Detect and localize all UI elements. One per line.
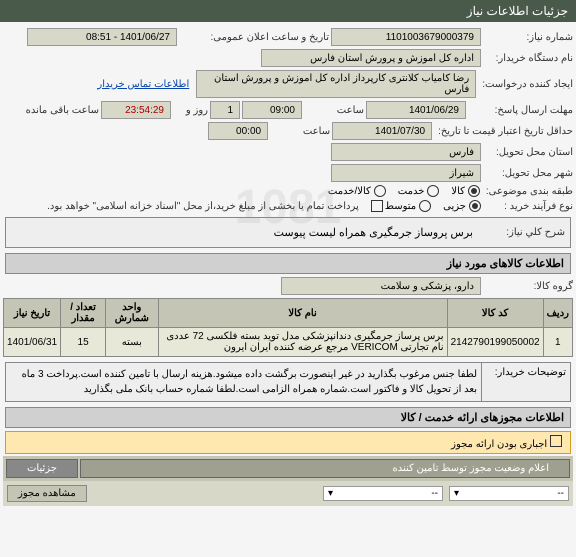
radio-goods[interactable]: کالا	[451, 185, 480, 197]
td-qty: 15	[61, 328, 106, 357]
validity-time-field: 00:00	[208, 122, 268, 140]
radio-icon	[427, 185, 439, 197]
permit-warning: اجباری بودن ارائه مجوز	[5, 431, 571, 454]
chevron-down-icon: ▾	[328, 488, 333, 499]
time-label-1: ساعت	[304, 105, 364, 116]
day-label: روز و	[173, 105, 208, 116]
td-idx: 1	[543, 328, 572, 357]
chevron-down-icon: ▾	[454, 488, 459, 499]
goods-table: ردیف کد کالا نام کالا واحد شمارش تعداد /…	[3, 298, 573, 357]
tab-details[interactable]: جزئیات	[6, 459, 78, 478]
status-select-2[interactable]: --▾	[323, 486, 443, 501]
summary-section: شرح کلي نیاز: برس پروساز جرمگیری همراه ل…	[5, 217, 571, 248]
radio-icon	[419, 200, 431, 212]
goods-section-title: اطلاعات کالاهای مورد نیاز	[5, 253, 571, 274]
radio-service[interactable]: خدمت	[398, 185, 440, 197]
process-radio-group: جزیی متوسط	[385, 200, 481, 212]
payment-note: پرداخت تمام یا بخشی از مبلغ خرید،از محل …	[47, 201, 359, 212]
validity-label: حداقل تاریخ اعتبار قیمت تا تاریخ:	[434, 126, 573, 137]
remaining-label: ساعت باقی مانده	[23, 105, 99, 116]
status-select-1[interactable]: --▾	[449, 486, 569, 501]
buyer-label: نام دستگاه خریدار:	[483, 53, 573, 64]
permit-section-title: اطلاعات مجوزهای ارائه خدمت / کالا	[5, 407, 571, 428]
remaining-time-field: 23:54:29	[101, 101, 171, 119]
summary-value: برس پروساز جرمگیری همراه لیست پیوست	[274, 226, 473, 239]
td-unit: بسته	[106, 328, 159, 357]
creator-label: ایجاد کننده درخواست:	[478, 79, 573, 90]
th-code: کد کالا	[447, 299, 543, 328]
need-number-label: شماره نیاز:	[483, 32, 573, 43]
process-label: نوع فرآیند خرید :	[483, 201, 573, 212]
table-header-row: ردیف کد کالا نام کالا واحد شمارش تعداد /…	[4, 299, 573, 328]
announce-label: تاریخ و ساعت اعلان عمومی:	[179, 32, 329, 43]
view-permit-button[interactable]: مشاهده مجوز	[7, 485, 87, 502]
td-date: 1401/06/31	[4, 328, 61, 357]
table-row: 1 2142790199050002 برس پرساز جرمگیری دند…	[4, 328, 573, 357]
radio-icon	[469, 200, 481, 212]
deadline-date-field: 1401/06/29	[366, 101, 466, 119]
th-qty: تعداد / مقدار	[61, 299, 106, 328]
summary-label: شرح کلي نیاز:	[475, 227, 565, 238]
buyer-field: اداره کل اموزش و پرورش استان فارس	[261, 49, 481, 67]
radio-med[interactable]: متوسط	[385, 200, 431, 212]
buyer-notes-row: توضیحات خریدار: لطفا جنس مرغوب بگذارید د…	[5, 362, 571, 402]
td-name: برس پرساز جرمگیری دندانپزشکی مدل توید بس…	[158, 328, 447, 357]
deadline-time-field: 09:00	[242, 101, 302, 119]
radio-icon	[374, 185, 386, 197]
goods-group-label: گروه کالا:	[483, 281, 573, 292]
category-radio-group: کالا خدمت کالا/خدمت	[328, 185, 480, 197]
th-idx: ردیف	[543, 299, 572, 328]
permit-mandatory-label: اجباری بودن ارائه مجوز	[451, 439, 547, 450]
province-field: فارس	[331, 143, 481, 161]
th-date: تاریخ نیاز	[4, 299, 61, 328]
buyer-notes-label: توضیحات خریدار:	[481, 362, 571, 402]
city-field: شیراز	[331, 164, 481, 182]
time-label-2: ساعت	[270, 126, 330, 137]
creator-field: رضا کامیاب کلانتری کارپرداز اداره کل امو…	[196, 70, 476, 98]
page-header: جزئیات اطلاعات نیاز	[0, 0, 576, 22]
announce-field: 1401/06/27 - 08:51	[27, 28, 177, 46]
radio-low[interactable]: جزیی	[443, 200, 481, 212]
tab-status[interactable]: اعلام وضعیت مجوز توسط تامین کننده	[80, 459, 570, 478]
payment-checkbox[interactable]	[371, 200, 383, 212]
contact-link[interactable]: اطلاعات تماس خریدار	[97, 79, 189, 90]
category-label: طبقه بندی موضوعی:	[482, 186, 573, 197]
page-title: جزئیات اطلاعات نیاز	[467, 4, 568, 18]
th-unit: واحد شمارش	[106, 299, 159, 328]
province-label: استان محل تحویل:	[483, 147, 573, 158]
radio-both[interactable]: کالا/خدمت	[328, 185, 386, 197]
td-code: 2142790199050002	[447, 328, 543, 357]
footer-tabs: اعلام وضعیت مجوز توسط تامین کننده جزئیات	[3, 456, 573, 481]
status-row: --▾ --▾ مشاهده مجوز	[3, 481, 573, 506]
buyer-notes-text: لطفا جنس مرغوب بگذارید در غیر اینصورت بر…	[5, 362, 481, 402]
deadline-label: مهلت ارسال پاسخ:	[468, 105, 573, 116]
permit-checkbox[interactable]	[550, 435, 562, 447]
validity-date-field: 1401/07/30	[332, 122, 432, 140]
goods-group-field: دارو، پزشکی و سلامت	[281, 277, 481, 295]
need-number-field: 1101003679000379	[331, 28, 481, 46]
radio-icon	[468, 185, 480, 197]
th-name: نام کالا	[158, 299, 447, 328]
city-label: شهر محل تحویل:	[483, 168, 573, 179]
day-value-field: 1	[210, 101, 240, 119]
